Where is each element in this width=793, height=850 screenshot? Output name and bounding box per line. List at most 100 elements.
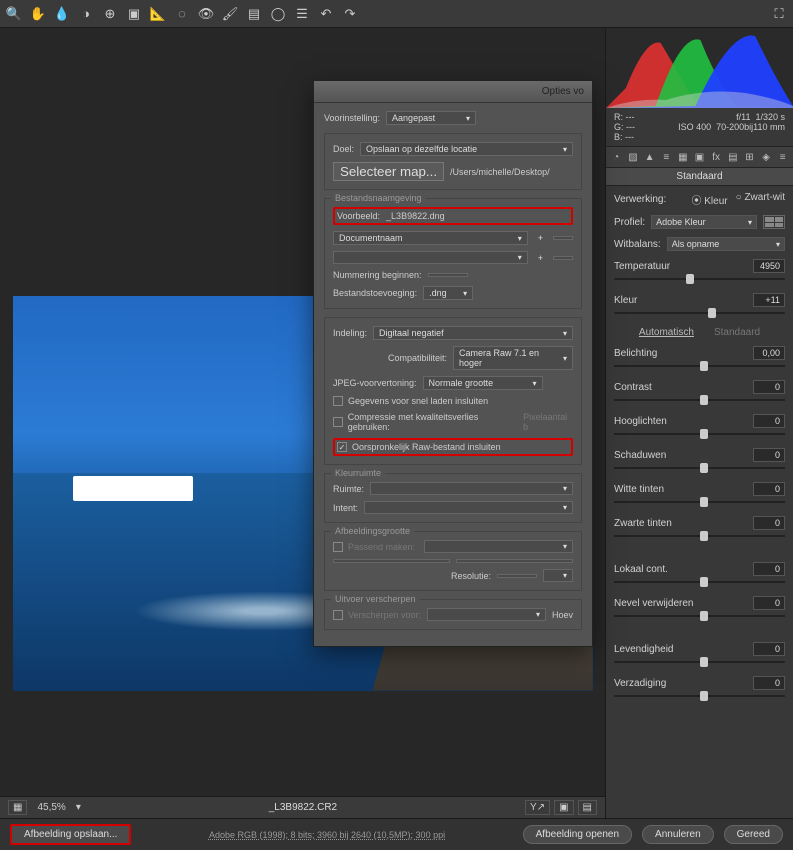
profile-browser-button[interactable] <box>763 215 785 229</box>
width-input <box>333 559 450 563</box>
tab-snapshot-icon[interactable]: ◈ <box>760 150 773 164</box>
crop-icon[interactable]: ▣ <box>126 6 142 22</box>
hooglichten-value[interactable]: 0 <box>753 414 785 428</box>
levendigheid-slider[interactable] <box>614 656 785 668</box>
wittetinten-value[interactable]: 0 <box>753 482 785 496</box>
passend-label: Passend maken: <box>348 542 415 552</box>
nevel-value[interactable]: 0 <box>753 596 785 610</box>
info-r: R: --- <box>614 112 678 122</box>
tab-detail-icon[interactable]: ▲ <box>643 150 656 164</box>
intent-label: Intent: <box>333 503 358 513</box>
prefs-icon[interactable]: ☰ <box>294 6 310 22</box>
zwartetinten-value[interactable]: 0 <box>753 516 785 530</box>
wittetinten-slider[interactable] <box>614 496 785 508</box>
hand-icon[interactable]: ✋ <box>30 6 46 22</box>
tab-presets-icon[interactable]: ⊞ <box>743 150 756 164</box>
filmstrip-icon[interactable]: ▦ <box>8 800 27 815</box>
witbalans-dropdown[interactable]: Als opname <box>667 237 785 251</box>
redeye-icon[interactable]: 👁 <box>198 6 214 22</box>
verzadiging-slider[interactable] <box>614 690 785 702</box>
auto-link[interactable]: Automatisch <box>639 327 694 338</box>
extensie-dropdown[interactable]: .dng <box>423 286 473 300</box>
belichting-value[interactable]: 0,00 <box>753 346 785 360</box>
tab-lens-icon[interactable]: ▣ <box>693 150 706 164</box>
compat-dropdown[interactable]: Camera Raw 7.1 en hoger <box>453 346 573 370</box>
standaard-link[interactable]: Standaard <box>714 327 760 338</box>
fullscreen-icon[interactable]: ⛶ <box>771 6 787 22</box>
tab-hsl-icon[interactable]: ≡ <box>660 150 673 164</box>
tab-calib-icon[interactable]: ▤ <box>726 150 739 164</box>
afbeeldingsgrootte-legend: Afbeeldingsgrootte <box>331 526 414 536</box>
radio-kleur[interactable]: Kleur <box>691 192 727 207</box>
lokaalcont-value[interactable]: 0 <box>753 562 785 576</box>
overlay-icon[interactable]: ▤ <box>578 800 597 815</box>
doel-fieldset: Doel: Opslaan op dezelfde locatie Select… <box>324 133 582 190</box>
jpegpv-label: JPEG-voorvertoning: <box>333 378 417 388</box>
pixelcount-label: Pixelaantal b <box>523 412 573 432</box>
nummering-label: Nummering beginnen: <box>333 270 422 280</box>
contrast-slider[interactable] <box>614 394 785 406</box>
zoom-icon[interactable]: 🔍 <box>6 6 22 22</box>
spot-icon[interactable]: ◌ <box>174 6 190 22</box>
selecteer-map-button[interactable]: Selecteer map... <box>333 162 444 181</box>
naam-part2-dropdown[interactable] <box>333 251 528 264</box>
naam-part2-input[interactable] <box>553 256 573 260</box>
doel-dropdown[interactable]: Opslaan op dezelfde locatie <box>360 142 573 156</box>
zwartetinten-slider[interactable] <box>614 530 785 542</box>
schaduwen-value[interactable]: 0 <box>753 448 785 462</box>
hooglichten-slider[interactable] <box>614 428 785 440</box>
levendigheid-value[interactable]: 0 <box>753 642 785 656</box>
radial-icon[interactable]: ◯ <box>270 6 286 22</box>
embedraw-checkbox[interactable]: Oorspronkelijk Raw-bestand insluiten <box>333 438 573 456</box>
tab-split-icon[interactable]: ▦ <box>677 150 690 164</box>
tab-menu-icon[interactable]: ≡ <box>776 150 789 164</box>
height-input <box>456 559 573 563</box>
compat-label: Compatibiliteit: <box>388 353 447 363</box>
profiel-dropdown[interactable]: Adobe Kleur <box>651 215 757 229</box>
sampler-icon[interactable]: ◑ <box>78 6 94 22</box>
straighten-icon[interactable]: 📐 <box>150 6 166 22</box>
tab-fx-icon[interactable]: fx <box>710 150 723 164</box>
belichting-slider[interactable] <box>614 360 785 372</box>
temperatuur-slider[interactable] <box>614 273 785 285</box>
fastload-checkbox[interactable]: Gegevens voor snel laden insluiten <box>333 396 573 406</box>
before-after-icon[interactable]: Y↗ <box>525 800 550 815</box>
temperatuur-value[interactable]: 4950 <box>753 259 785 273</box>
open-image-button[interactable]: Afbeelding openen <box>523 825 632 844</box>
verzadiging-value[interactable]: 0 <box>753 676 785 690</box>
dialog-titlebar[interactable]: Opties vo <box>314 81 592 103</box>
lossy-checkbox[interactable]: Compressie met kwaliteitsverlies gebruik… <box>333 412 517 432</box>
contrast-value[interactable]: 0 <box>753 380 785 394</box>
save-image-button[interactable]: Afbeelding opslaan... <box>10 824 131 845</box>
rotate-ccw-icon[interactable]: ↶ <box>318 6 334 22</box>
rotate-cw-icon[interactable]: ↷ <box>342 6 358 22</box>
brush-icon[interactable]: 🖌 <box>222 6 238 22</box>
tab-curve-icon[interactable]: ▧ <box>627 150 640 164</box>
image-metadata-link[interactable]: Adobe RGB (1998); 8 bits; 3960 bij 2640 … <box>141 830 512 840</box>
kleur-slider[interactable] <box>614 307 785 319</box>
radio-zwartwit[interactable]: Zwart-wit <box>736 192 785 207</box>
targeted-icon[interactable]: ⊕ <box>102 6 118 22</box>
nevel-slider[interactable] <box>614 610 785 622</box>
zoom-chevron-icon[interactable]: ▾ <box>76 802 81 813</box>
compare-icon[interactable]: ▣ <box>554 800 573 815</box>
indeling-dropdown[interactable]: Digitaal negatief <box>373 326 573 340</box>
voorinstelling-dropdown[interactable]: Aangepast <box>386 111 476 125</box>
jpegpv-dropdown[interactable]: Normale grootte <box>423 376 543 390</box>
info-aperture: f/11 <box>736 112 750 122</box>
resolutie-input <box>497 574 537 578</box>
profiel-label: Profiel: <box>614 217 645 228</box>
eyedropper-icon[interactable]: 💧 <box>54 6 70 22</box>
histogram[interactable] <box>606 28 793 108</box>
lokaalcont-slider[interactable] <box>614 576 785 588</box>
cancel-button[interactable]: Annuleren <box>642 825 714 844</box>
tab-basic-icon[interactable]: ◔ <box>610 150 623 164</box>
naam-suffix-input[interactable] <box>553 236 573 240</box>
grad-icon[interactable]: ▤ <box>246 6 262 22</box>
documentnaam-dropdown[interactable]: Documentnaam <box>333 231 528 245</box>
kleur-value[interactable]: +11 <box>753 293 785 307</box>
schaduwen-slider[interactable] <box>614 462 785 474</box>
done-button[interactable]: Gereed <box>724 825 783 844</box>
zoom-level[interactable]: 45,5% <box>37 802 65 813</box>
info-b: B: --- <box>614 132 678 142</box>
